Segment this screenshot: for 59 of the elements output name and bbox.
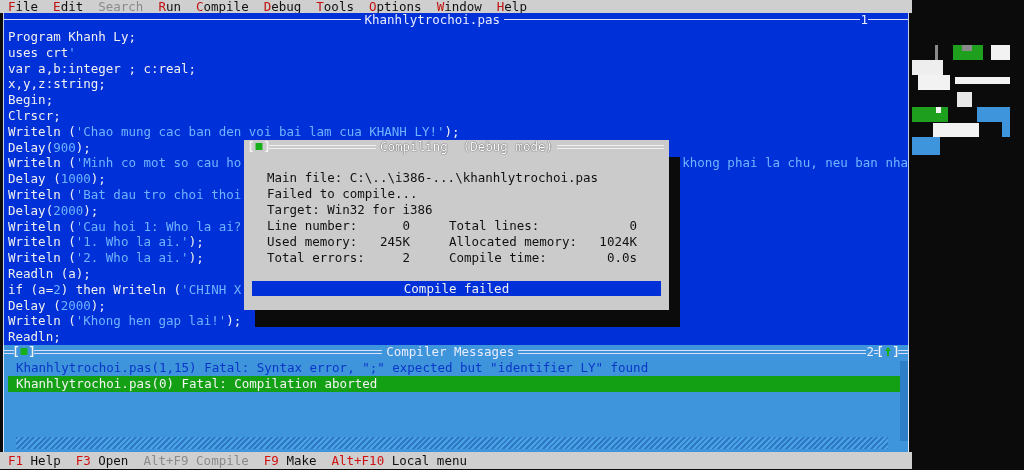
shortcut-item[interactable]: F9 Make (263, 452, 317, 469)
shortcut-item[interactable]: F3 Open (75, 452, 129, 469)
menu-item[interactable]: Help (496, 0, 527, 13)
code-line: Delay(2000); (8, 202, 99, 219)
stat-label: Line number: (267, 218, 359, 234)
code-line: Readln; (8, 329, 61, 345)
code-line: Writeln ('Minh co mot so cau ho (8, 155, 242, 172)
menu-item[interactable]: Edit (53, 0, 84, 13)
compile-status-bar: Compile failed (252, 281, 661, 296)
code-line: Writeln ('Bat dau tro choi thoi (8, 186, 242, 203)
code-line-fragment: khong phai la chu, neu ban nha (682, 155, 908, 172)
stat-label: Total errors: (267, 250, 366, 266)
shortcut-item[interactable]: F1 Help (8, 452, 61, 469)
window-number: 2 (866, 345, 874, 358)
stat-value: 0.0s (605, 250, 637, 266)
code-line: Delay (1000); (8, 171, 106, 187)
code-line: if (a=2) then Writeln ('CHINH X (8, 281, 242, 298)
code-line: var a,b:integer ; c:real; (8, 60, 197, 77)
stat-value: 0 (628, 218, 637, 234)
menu-item[interactable]: File (8, 0, 39, 13)
vertical-scrollbar[interactable] (900, 361, 908, 441)
close-icon[interactable] (249, 141, 269, 152)
code-line: x,y,z:string; (8, 76, 106, 93)
stat-value: 245K (378, 234, 410, 250)
code-line: Writeln ('Khong hen gap lai!'); (8, 313, 242, 330)
stat-value: 0 (401, 218, 410, 234)
dialog-text: Main file: C:\..\i386-...\khanhlytrochoi.pas (267, 170, 600, 186)
stat-label: Compile time: (448, 250, 548, 266)
window-title: Compiler Messages (385, 345, 516, 358)
close-icon[interactable] (14, 346, 34, 357)
code-line: Readln (a); (8, 265, 91, 282)
stat-label: Allocated memory: (448, 234, 578, 250)
code-line: Program Khanh Ly; (8, 29, 136, 45)
menu-item[interactable]: Run (158, 0, 181, 13)
dialog-text: Target: Win32 for i386 (267, 202, 434, 218)
code-line: Writeln ('Chao mung cac ban den voi bai lam cua KHANH LY!'); (8, 123, 460, 140)
code-line: Writeln ('Cau hoi 1: Who la ai? (8, 218, 242, 235)
code-line: Delay (2000); (8, 297, 106, 314)
stat-value: 1024K (598, 234, 637, 250)
menu-item[interactable]: Compile (196, 0, 249, 13)
menu-item[interactable]: Debug (263, 0, 302, 13)
zoom-icon[interactable] (878, 346, 898, 357)
stat-value: 2 (401, 250, 410, 266)
stat-label: Used memory: (267, 234, 359, 250)
menu-item[interactable]: Options (368, 0, 422, 13)
code-line: Begin; (8, 92, 54, 108)
window-title: Khanhlytrochoi.pas (363, 13, 501, 26)
code-line: Writeln ('1. Who la ai.'); (8, 234, 204, 251)
shortcut-item[interactable]: Alt+F10 Local menu (331, 452, 467, 469)
horizontal-scrollbar[interactable] (16, 437, 888, 449)
stat-label: Total lines: (448, 218, 541, 234)
dialog-text: Failed to compile... (267, 186, 419, 202)
code-line: Delay(900); (8, 139, 91, 156)
code-line: uses crt' (8, 44, 76, 61)
window-number: 1 (860, 13, 868, 26)
menu-item[interactable]: Window (436, 0, 482, 13)
code-line: Writeln ('2. Who la ai.'); (8, 250, 204, 266)
code-line: Clrscr; (8, 108, 61, 124)
menu-item[interactable]: Tools (316, 0, 354, 13)
